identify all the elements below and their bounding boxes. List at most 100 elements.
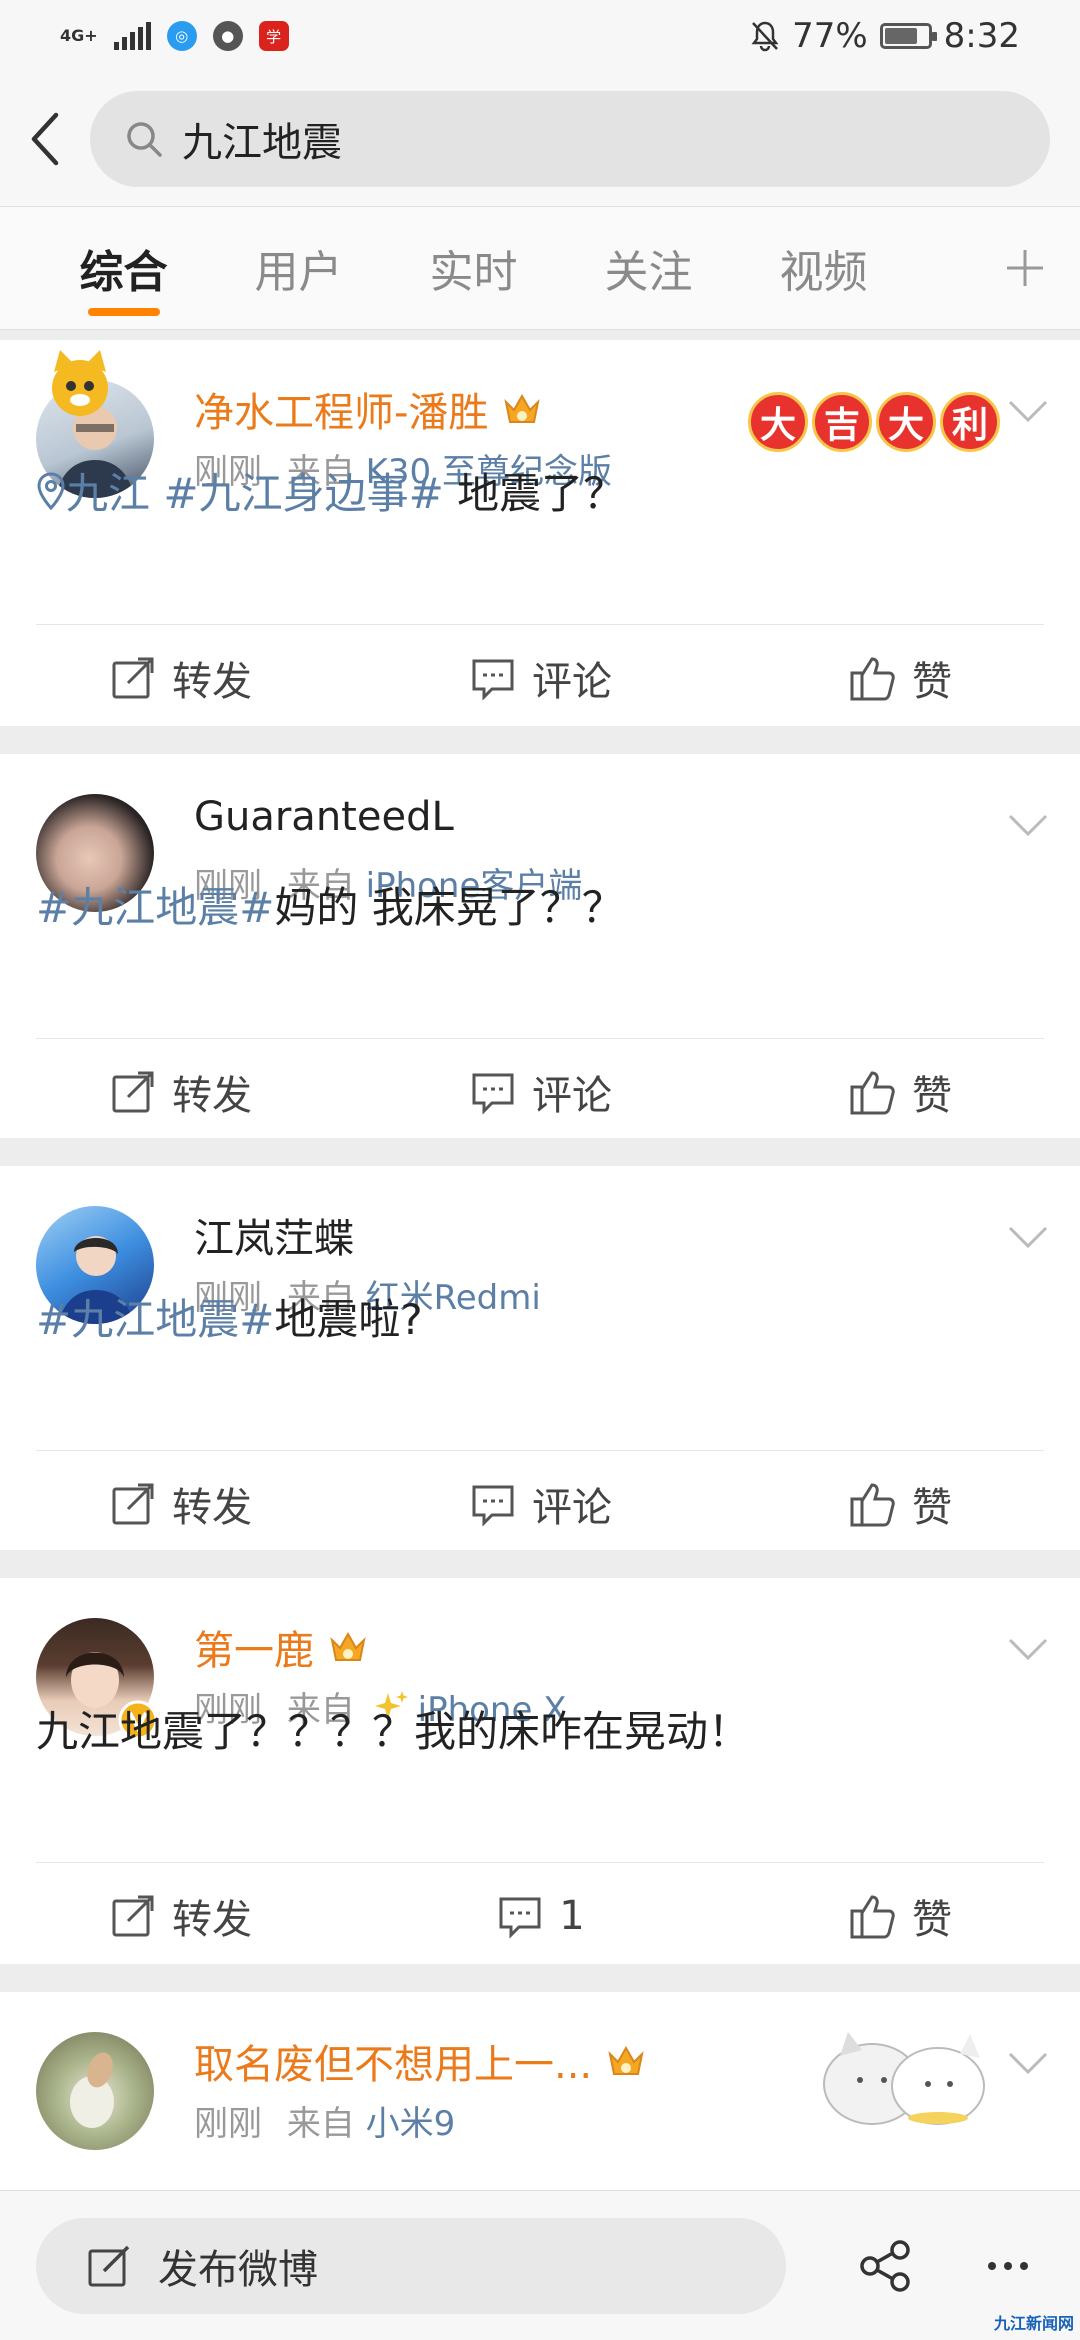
post-body: 地震了？: [443, 469, 626, 518]
post-card: 取名废但不想用上一... 刚刚 来自 小米9: [0, 1992, 1080, 2192]
username-text: 江岚茳蝶: [194, 1216, 354, 1262]
like-button[interactable]: 赞: [720, 1450, 1080, 1558]
username[interactable]: 取名废但不想用上一...: [194, 2032, 646, 2090]
post-actions: 转发 评论 赞: [0, 1450, 1080, 1558]
post-actions: 转发 评论 赞: [0, 1038, 1080, 1146]
repost-label: 转发: [172, 1485, 252, 1531]
signal-icon: [113, 22, 151, 50]
dot: [1004, 2261, 1012, 2270]
chevron-down-icon[interactable]: [1006, 396, 1050, 426]
badge-char: 吉: [812, 392, 872, 452]
like-button[interactable]: 赞: [720, 624, 1080, 732]
bottom-bar: 发布微博: [0, 2190, 1080, 2340]
chevron-down-icon[interactable]: [1006, 1222, 1050, 1252]
post-card: 第一鹿 刚刚 来自 iPhone X 九江地震了？？？？我的床咋在晃动！ 转发 …: [0, 1578, 1080, 1964]
username-text: 第一鹿: [194, 1628, 314, 1674]
username-text: 取名废但不想用上一...: [194, 2042, 593, 2088]
watermark: 九江新闻网: [993, 2314, 1074, 2333]
thumbs-up-icon: [850, 1895, 895, 1939]
repost-button[interactable]: 转发: [0, 624, 360, 732]
dot: [988, 2261, 996, 2270]
post-text: 九江 #九江身边事# 地震了？: [36, 460, 1044, 521]
comment-button[interactable]: 评论: [360, 1038, 720, 1146]
comment-label: 评论: [532, 659, 612, 705]
comment-button[interactable]: 1: [360, 1862, 720, 1970]
tab-comprehensive[interactable]: 综合: [36, 206, 211, 330]
lucky-badge: 大 吉 大 利: [748, 392, 1000, 452]
vip-crown-icon: [504, 393, 541, 423]
repost-icon: [112, 1483, 154, 1525]
post-body: 地震啦?: [274, 1295, 423, 1344]
compose-button[interactable]: 发布微博: [36, 2217, 786, 2314]
like-label: 赞: [912, 659, 952, 705]
location-link[interactable]: 九江: [66, 469, 150, 518]
username[interactable]: 净水工程师-潘胜: [194, 380, 542, 438]
badge-char: 大: [876, 392, 936, 452]
search-icon: [127, 122, 162, 157]
repost-button[interactable]: 转发: [0, 1862, 360, 1970]
post-header: 取名废但不想用上一... 刚刚 来自 小米9: [36, 2014, 1080, 2150]
username[interactable]: 江岚茳蝶: [194, 1206, 354, 1264]
comment-label: 评论: [532, 1073, 612, 1119]
like-label: 赞: [912, 1073, 952, 1119]
chevron-down-icon[interactable]: [1006, 2048, 1050, 2078]
comment-button[interactable]: 评论: [360, 1450, 720, 1558]
repost-label: 转发: [172, 1073, 252, 1119]
share-icon[interactable]: [856, 2236, 916, 2296]
cats-sticker-icon: [823, 2032, 985, 2125]
search-box[interactable]: [90, 91, 1050, 187]
comment-button[interactable]: 评论: [360, 624, 720, 732]
more-options-button[interactable]: [978, 2236, 1038, 2296]
back-arrow-icon: [31, 112, 59, 166]
post-body: 九江地震了？？？？我的床咋在晃动！: [36, 1707, 751, 1756]
comment-icon: [472, 1073, 514, 1115]
chevron-down-icon[interactable]: [1006, 1634, 1050, 1664]
username[interactable]: 第一鹿: [194, 1618, 368, 1676]
mute-icon: [751, 21, 779, 52]
comment-icon: [472, 1485, 514, 1527]
topic-link[interactable]: #九江地震#: [36, 883, 274, 932]
network-type: 4G+: [60, 26, 98, 45]
location-pin-icon: [37, 472, 65, 511]
tab-following[interactable]: 关注: [561, 206, 736, 330]
username-text: 净水工程师-潘胜: [194, 390, 489, 436]
post-time: 刚刚: [194, 2104, 262, 2144]
topic-link[interactable]: #九江身边事#: [163, 469, 443, 518]
username[interactable]: GuaranteedL: [194, 794, 454, 840]
repost-button[interactable]: 转发: [0, 1038, 360, 1146]
xuexi-icon: 学: [258, 21, 289, 51]
status-bar: 4G+ ◎ ● 学 77% 8:32: [0, 0, 1080, 72]
avatar[interactable]: [36, 2032, 154, 2150]
status-left: 4G+ ◎ ● 学: [60, 21, 289, 51]
thumbs-up-icon: [850, 1071, 895, 1115]
repost-icon: [112, 657, 154, 699]
post-source[interactable]: 小米9: [366, 2104, 456, 2144]
badge-char: 大: [748, 392, 808, 452]
like-label: 赞: [912, 1897, 952, 1943]
tab-users[interactable]: 用户: [211, 206, 386, 330]
vip-crown-icon: [330, 1631, 366, 1661]
repost-button[interactable]: 转发: [0, 1450, 360, 1558]
search-input[interactable]: [182, 116, 962, 162]
wechat-icon: ●: [212, 21, 243, 51]
comment-icon: [472, 659, 514, 701]
add-tab-button[interactable]: [1000, 206, 1050, 330]
back-button[interactable]: [0, 72, 90, 206]
thumbs-up-icon: [850, 1483, 895, 1527]
topic-link[interactable]: #九江地震#: [36, 1295, 274, 1344]
search-header: [0, 72, 1080, 206]
like-button[interactable]: 赞: [720, 1038, 1080, 1146]
search-tabs: 综合 用户 实时 关注 视频: [0, 206, 1080, 330]
tab-video[interactable]: 视频: [736, 206, 911, 330]
comment-icon: [499, 1897, 541, 1939]
repost-label: 转发: [172, 659, 252, 705]
post-text: #九江地震#地震啦?: [36, 1286, 1044, 1347]
clock: 8:32: [943, 16, 1020, 56]
username-text: GuaranteedL: [194, 794, 454, 840]
from-label: 来自: [286, 2104, 355, 2144]
post-card: GuaranteedL 刚刚 来自 iPhone客户端 #九江地震#妈的 我床晃…: [0, 754, 1080, 1138]
tab-realtime[interactable]: 实时: [386, 206, 561, 330]
chevron-down-icon[interactable]: [1006, 810, 1050, 840]
compose-label: 发布微博: [158, 2246, 318, 2293]
like-button[interactable]: 赞: [720, 1862, 1080, 1970]
